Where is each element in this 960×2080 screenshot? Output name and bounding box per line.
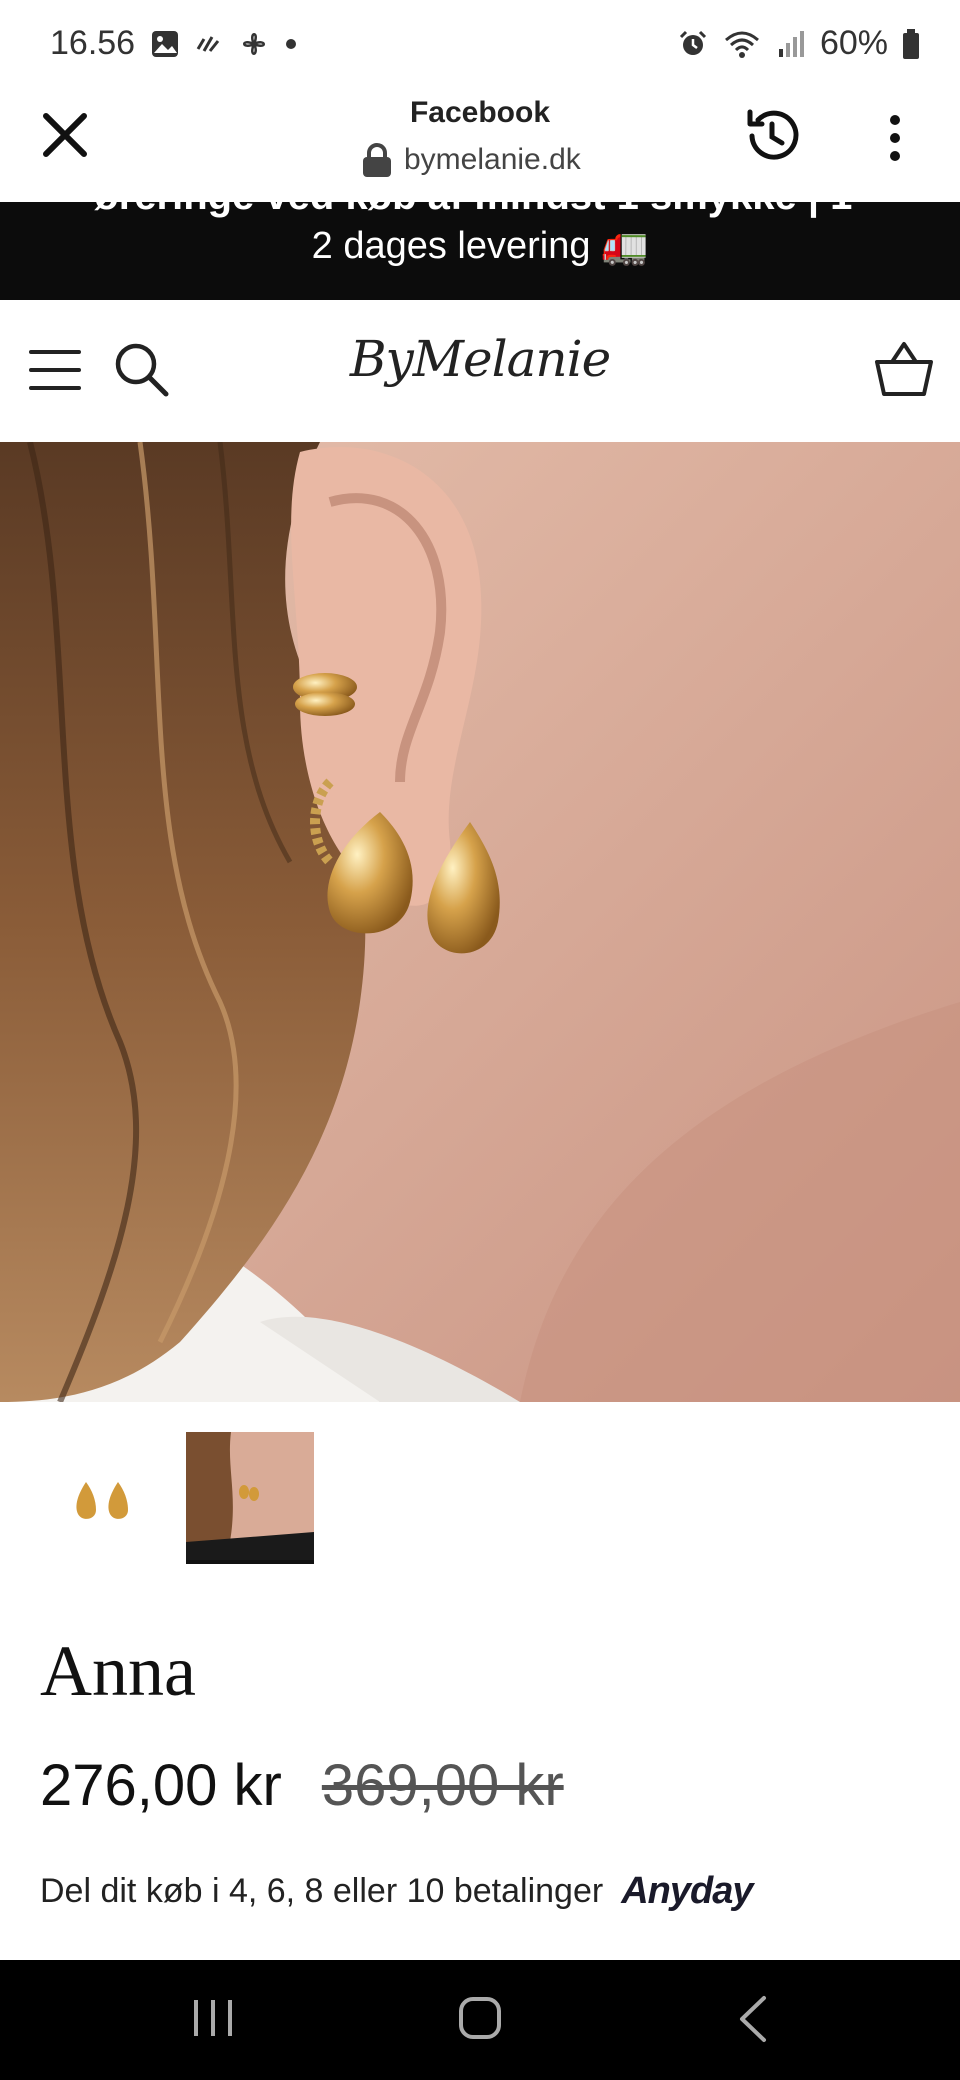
- system-nav-bar: [0, 1960, 960, 2080]
- battery-icon: [903, 28, 919, 59]
- brand-logo[interactable]: ByMelanie: [330, 330, 630, 388]
- promo-text-line-1: øreringe ved køb af mindst 1 smykke | 1-: [0, 202, 960, 219]
- pinwheel-icon: [243, 33, 265, 55]
- recents-icon[interactable]: [190, 1996, 236, 2040]
- installment-info: Del dit køb i 4, 6, 8 eller 10 betalinge…: [40, 1870, 753, 1913]
- price-row: 276,00 kr 369,00 kr: [40, 1752, 564, 1819]
- product-thumbnail-1[interactable]: [46, 1432, 174, 1560]
- lock-icon: [363, 143, 391, 177]
- basket-icon[interactable]: [874, 340, 934, 398]
- product-photo[interactable]: [0, 442, 960, 1402]
- back-icon[interactable]: [734, 1994, 770, 2044]
- browser-toolbar: Facebook bymelanie.dk: [0, 90, 960, 202]
- search-icon[interactable]: [112, 340, 170, 398]
- hamburger-icon[interactable]: [28, 346, 82, 394]
- status-bar: 16.56 60%: [0, 0, 960, 90]
- promo-banner: øreringe ved køb af mindst 1 smykke | 1-…: [0, 202, 960, 300]
- status-notification-icons: [150, 28, 298, 60]
- product-thumbnail-2[interactable]: [186, 1432, 314, 1564]
- status-time: 16.56: [50, 24, 136, 62]
- original-price: 369,00 kr: [321, 1753, 564, 1818]
- status-system-icons: 60%: [678, 24, 920, 63]
- sale-price: 276,00 kr: [40, 1753, 282, 1818]
- dot-icon: [286, 39, 296, 49]
- site-header: ByMelanie: [0, 300, 960, 443]
- history-icon[interactable]: [740, 104, 804, 168]
- anyday-logo[interactable]: Anyday: [621, 1870, 753, 1913]
- wifi-icon: [724, 31, 759, 58]
- promo-text-line-2: 2 dages levering 🚛: [311, 225, 649, 267]
- more-vert-icon[interactable]: [880, 108, 910, 168]
- url-text: bymelanie.dk: [404, 143, 581, 176]
- alarm-icon: [679, 30, 706, 55]
- data-saver-icon: [196, 36, 220, 52]
- browser-url[interactable]: bymelanie.dk: [360, 142, 581, 178]
- installment-text: Del dit køb i 4, 6, 8 eller 10 betalinge…: [40, 1872, 604, 1910]
- gallery-icon: [152, 31, 178, 57]
- product-title: Anna: [40, 1631, 196, 1711]
- battery-percent: 60%: [819, 24, 888, 62]
- signal-icon: [778, 30, 804, 57]
- browser-page-title: Facebook: [409, 96, 551, 129]
- home-icon[interactable]: [456, 1994, 504, 2042]
